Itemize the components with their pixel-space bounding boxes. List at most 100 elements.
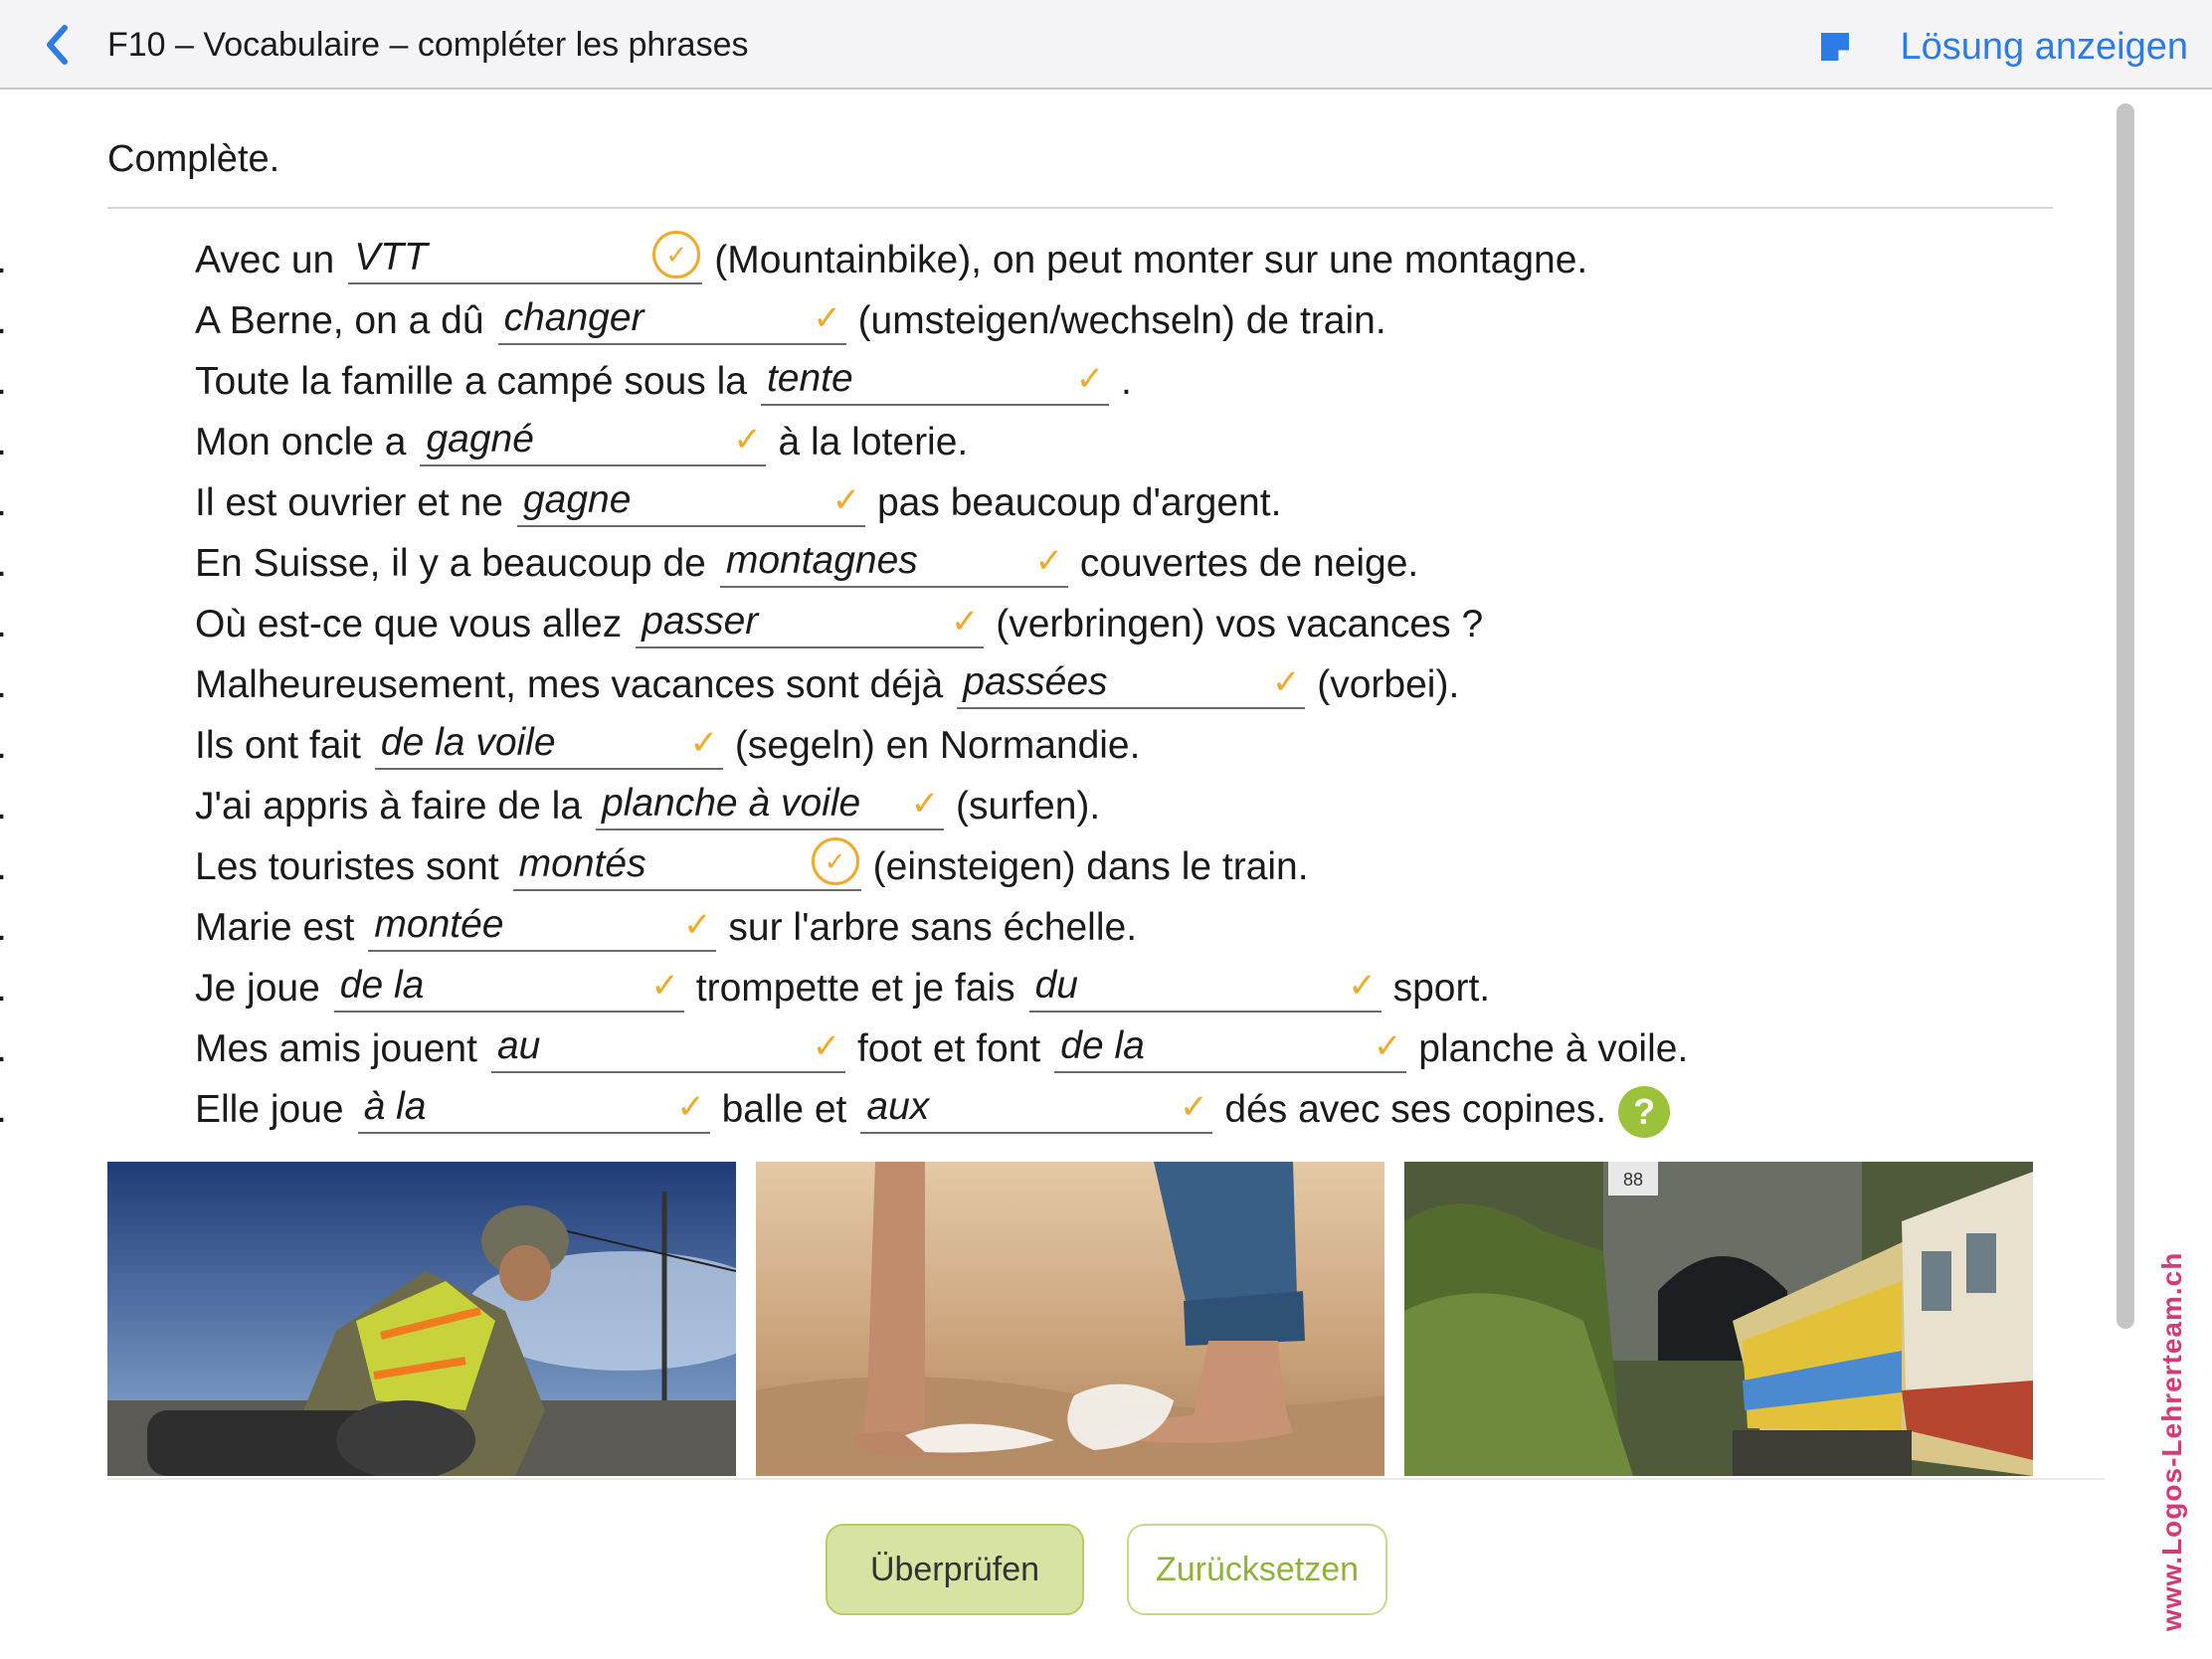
sentence-9: 9. Ils ont fait de la voile ✓ (segeln) en No… bbox=[0, 714, 2049, 775]
sentence-fragment: J'ai appris à faire de la bbox=[195, 785, 582, 828]
answer-value: tente bbox=[766, 357, 853, 400]
sentence-8: 8. Malheureusement, mes vacances sont déj… bbox=[0, 653, 2049, 714]
answer-field[interactable]: tente ✓ bbox=[760, 357, 1109, 406]
answer-value: gagné bbox=[426, 418, 534, 461]
sentence-fragment: (segeln) en Normandie. bbox=[734, 724, 1141, 767]
sentence-text: Malheureusement, mes vacances sont déjà p… bbox=[195, 660, 1460, 709]
sentence-12: 12. Marie est montée ✓ sur l'arbre sans éche… bbox=[0, 896, 2049, 957]
worker-photo bbox=[107, 1162, 736, 1476]
sentence-number: 9. bbox=[0, 722, 7, 770]
sentence-text: Avec un VTT ✓ (Mountainbike), on peut monte… bbox=[195, 231, 1588, 284]
sentence-fragment: trompette et je fais bbox=[695, 967, 1015, 1010]
answer-field[interactable]: passées ✓ bbox=[957, 660, 1306, 709]
sentence-number: 13. bbox=[0, 965, 7, 1013]
answer-value: VTT bbox=[354, 236, 428, 278]
note-icon[interactable] bbox=[1818, 30, 1852, 64]
sentence-text: Je joue de la ✓ trompette et je fais du ✓ spor… bbox=[195, 964, 1491, 1013]
sentence-number: 1. bbox=[0, 237, 7, 284]
scrollbar[interactable] bbox=[2117, 103, 2134, 1329]
sentence-text: Mes amis jouent au ✓ foot et font de la ✓ plan… bbox=[195, 1024, 1689, 1073]
sentence-fragment: couvertes de neige. bbox=[1079, 542, 1419, 585]
sentence-fragment: (vorbei). bbox=[1317, 663, 1460, 706]
answer-value: de la voile bbox=[380, 721, 556, 764]
answer-field[interactable]: gagne ✓ bbox=[516, 478, 865, 527]
sentence-fragment: . bbox=[1120, 360, 1132, 403]
sentence-fragment: dés avec ses copines. bbox=[1224, 1088, 1607, 1131]
answer-field[interactable]: gagné ✓ bbox=[420, 418, 767, 466]
sentence-fragment: (surfen). bbox=[956, 785, 1101, 828]
sentence-fragment: Toute la famille a campé sous la bbox=[195, 360, 747, 403]
answer-field[interactable]: montés ✓ bbox=[512, 837, 861, 891]
instruction-text: Complète. bbox=[107, 138, 280, 180]
check-circle-icon: ✓ bbox=[811, 837, 859, 885]
checkmark-icon: ✓ bbox=[689, 724, 719, 762]
answer-field[interactable]: VTT ✓ bbox=[348, 231, 703, 284]
sentence-fragment: planche à voile. bbox=[1418, 1027, 1689, 1070]
show-solution-link[interactable]: Lösung anzeigen bbox=[1901, 24, 2188, 70]
sentence-fragment: Mon oncle a bbox=[195, 421, 407, 463]
checkmark-icon: ✓ bbox=[683, 906, 712, 944]
sentence-11: 11. Les touristes sont montés ✓ (einsteigen)… bbox=[0, 835, 2049, 896]
answer-field[interactable]: du ✓ bbox=[1028, 964, 1382, 1013]
sentence-text: En Suisse, il y a beaucoup de montagnes ✓ c… bbox=[195, 539, 1419, 588]
check-circle-icon: ✓ bbox=[652, 231, 701, 278]
sentence-number: 12. bbox=[0, 904, 7, 952]
answer-value: de la bbox=[1060, 1024, 1145, 1067]
answer-field[interactable]: montagnes ✓ bbox=[719, 539, 1068, 588]
answer-field[interactable]: de la ✓ bbox=[1054, 1024, 1407, 1073]
sentence-3: 3. Toute la famille a campé sous la tente ✓… bbox=[0, 350, 2049, 411]
sentence-2: 2. A Berne, on a dû changer ✓ (umsteigen/wec… bbox=[0, 289, 2049, 350]
sentence-14: 14. Mes amis jouent au ✓ foot et font de la ✓ p… bbox=[0, 1017, 2049, 1078]
answer-value: planche à voile bbox=[602, 782, 861, 825]
sentence-fragment: Les touristes sont bbox=[195, 845, 499, 888]
sentence-number: 8. bbox=[0, 661, 7, 709]
sentence-text: Où est-ce que vous allez passer ✓ (verbring… bbox=[195, 600, 1484, 648]
answer-value: montés bbox=[518, 842, 646, 885]
sentence-number: 11. bbox=[0, 843, 7, 891]
sentence-text: Marie est montée ✓ sur l'arbre sans échelle… bbox=[195, 903, 1138, 952]
sentence-fragment: (verbringen) vos vacances ? bbox=[996, 603, 1484, 645]
reset-button[interactable]: Zurücksetzen bbox=[1127, 1524, 1387, 1615]
sentence-text: Les touristes sont montés ✓ (einsteigen) da… bbox=[195, 837, 1309, 891]
sentence-number: 5. bbox=[0, 479, 7, 527]
sentence-fragment: sport. bbox=[1392, 967, 1491, 1010]
answer-field[interactable]: au ✓ bbox=[490, 1024, 845, 1073]
beach-feet-photo bbox=[756, 1162, 1384, 1476]
sentence-fragment: balle et bbox=[721, 1088, 847, 1131]
check-button[interactable]: Überprüfen bbox=[826, 1524, 1084, 1615]
checkmark-icon: ✓ bbox=[813, 299, 841, 337]
answer-field[interactable]: de la ✓ bbox=[333, 964, 684, 1013]
answer-value: montagnes bbox=[725, 539, 918, 582]
answer-field[interactable]: changer ✓ bbox=[497, 296, 846, 345]
sentence-number: 10. bbox=[0, 783, 7, 830]
answer-field[interactable]: passer ✓ bbox=[636, 600, 985, 648]
sentence-fragment: foot et font bbox=[856, 1027, 1041, 1070]
sentence-fragment: Marie est bbox=[195, 906, 355, 949]
page-title: F10 – Vocabulaire – compléter les phrase… bbox=[107, 26, 749, 64]
answer-field[interactable]: de la voile ✓ bbox=[374, 721, 723, 770]
sentence-fragment: à la loterie. bbox=[778, 421, 969, 463]
checkmark-icon: ✓ bbox=[910, 785, 940, 823]
sentence-fragment: Mes amis jouent bbox=[195, 1027, 477, 1070]
help-icon[interactable]: ? bbox=[1618, 1086, 1671, 1138]
sentence-fragment: (einsteigen) dans le train. bbox=[872, 845, 1309, 888]
sentence-text: Toute la famille a campé sous la tente ✓. bbox=[195, 357, 1132, 406]
back-chevron-icon[interactable] bbox=[38, 22, 78, 68]
answer-field[interactable]: à la ✓ bbox=[357, 1085, 710, 1134]
sentence-fragment: sur l'arbre sans échelle. bbox=[728, 906, 1138, 949]
sentence-4: 4. Mon oncle a gagné ✓ à la loterie. bbox=[0, 411, 2049, 471]
sentence-fragment: (Mountainbike), on peut monter sur une m… bbox=[714, 239, 1588, 281]
tunnel-number-sign: 88 bbox=[1623, 1170, 1643, 1190]
sentence-text: Il est ouvrier et ne gagne ✓ pas beaucoup d… bbox=[195, 478, 1281, 527]
answer-field[interactable]: planche à voile ✓ bbox=[596, 782, 944, 830]
sentence-text: Mon oncle a gagné ✓ à la loterie. bbox=[195, 418, 969, 466]
sentence-text: Elle joue à la ✓ balle et aux ✓ dés avec ses c… bbox=[195, 1085, 1671, 1138]
sentence-fragment: Ils ont fait bbox=[195, 724, 361, 767]
checkmark-icon: ✓ bbox=[812, 1027, 841, 1065]
sentence-fragment: Malheureusement, mes vacances sont déjà bbox=[195, 663, 944, 706]
answer-field[interactable]: aux ✓ bbox=[860, 1085, 1213, 1134]
sentence-text: A Berne, on a dû changer ✓ (umsteigen/wechs… bbox=[195, 296, 1386, 345]
answer-field[interactable]: montée ✓ bbox=[368, 903, 717, 952]
sentence-13: 13. Je joue de la ✓ trompette et je fais du ✓ s… bbox=[0, 957, 2049, 1017]
sentence-fragment: Je joue bbox=[195, 967, 320, 1010]
